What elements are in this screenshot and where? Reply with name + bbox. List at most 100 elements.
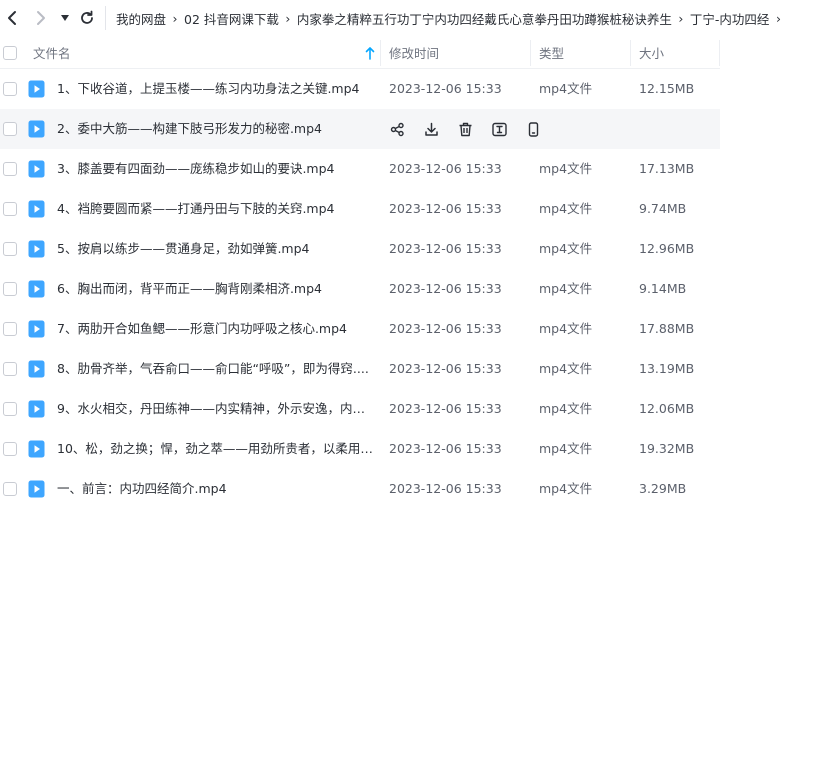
column-header-size[interactable]: 大小 <box>639 37 664 68</box>
column-header-name[interactable]: 文件名 <box>33 37 71 68</box>
back-button[interactable] <box>2 8 22 28</box>
send-to-phone-button[interactable] <box>524 120 542 138</box>
navigation-bar: 我的网盘 › 02 抖音网课下载 › 内家拳之精粹五行功丁宁内功四经戴氏心意拳丹… <box>0 0 836 37</box>
history-dropdown-button[interactable] <box>58 8 72 28</box>
file-name[interactable]: 4、裆胯要圆而紧——打通丹田与下肢的关窍.mp4 <box>57 189 373 229</box>
rename-icon <box>491 122 507 137</box>
breadcrumb-item[interactable]: 我的网盘 <box>116 9 166 28</box>
file-type: mp4文件 <box>539 401 593 416</box>
file-name[interactable]: 9、水火相交，丹田练神——内实精神，外示安逸，内家... <box>57 389 373 429</box>
rename-button[interactable] <box>490 120 508 138</box>
file-name[interactable]: 7、两肋开合如鱼鳃——形意门内功呼吸之核心.mp4 <box>57 309 373 349</box>
file-modified-time: 2023-12-06 15:33 <box>389 281 502 296</box>
column-divider <box>630 40 631 66</box>
row-checkbox[interactable] <box>3 482 17 496</box>
column-header-type[interactable]: 类型 <box>539 37 564 68</box>
file-name[interactable]: 2、委中大筋——构建下肢弓形发力的秘密.mp4 <box>57 109 373 149</box>
column-divider <box>719 40 720 66</box>
file-name[interactable]: 5、按肩以练步——贯通身足，劲如弹簧.mp4 <box>57 229 373 269</box>
breadcrumb-item[interactable]: 02 抖音网课下载 <box>184 9 279 28</box>
file-modified-time: 2023-12-06 15:33 <box>389 441 502 456</box>
download-button[interactable] <box>422 120 440 138</box>
file-row[interactable]: 10、松，劲之换；悍，劲之萃——用劲所贵者，以柔用刚... 2023-12-06 … <box>0 429 720 469</box>
file-row[interactable]: 5、按肩以练步——贯通身足，劲如弹簧.mp4 2023-12-06 15:33 mp… <box>0 229 720 269</box>
file-size: 17.88MB <box>639 321 695 336</box>
row-checkbox[interactable] <box>3 162 17 176</box>
video-file-icon <box>28 400 45 418</box>
row-checkbox[interactable] <box>3 442 17 456</box>
column-header-modified[interactable]: 修改时间 <box>389 37 439 68</box>
file-row[interactable]: 8、肋骨齐举，气吞俞口——俞口能“呼吸”，即为得窍.... 2023-12-06 … <box>0 349 720 389</box>
download-icon <box>424 122 439 137</box>
file-modified-time: 2023-12-06 15:33 <box>389 321 502 336</box>
nav-divider <box>105 6 106 30</box>
file-size: 9.74MB <box>639 201 687 216</box>
file-row[interactable]: 4、裆胯要圆而紧——打通丹田与下肢的关窍.mp4 2023-12-06 15:33… <box>0 189 720 229</box>
share-icon <box>390 122 405 137</box>
video-file-icon <box>28 440 45 458</box>
refresh-button[interactable] <box>77 8 97 28</box>
breadcrumb: 我的网盘 › 02 抖音网课下载 › 内家拳之精粹五行功丁宁内功四经戴氏心意拳丹… <box>116 0 787 37</box>
video-file-icon <box>28 280 45 298</box>
row-checkbox[interactable] <box>3 282 17 296</box>
video-file-icon <box>28 120 45 138</box>
file-size: 12.96MB <box>639 241 695 256</box>
row-checkbox[interactable] <box>3 82 17 96</box>
file-name[interactable]: 3、膝盖要有四面劲——庞练稳步如山的要诀.mp4 <box>57 149 373 189</box>
file-type: mp4文件 <box>539 441 593 456</box>
file-type: mp4文件 <box>539 81 593 96</box>
file-row[interactable]: 3、膝盖要有四面劲——庞练稳步如山的要诀.mp4 2023-12-06 15:33… <box>0 149 720 189</box>
file-modified-time: 2023-12-06 15:33 <box>389 241 502 256</box>
file-modified-time: 2023-12-06 15:33 <box>389 401 502 416</box>
file-row[interactable]: 1、下收谷道，上提玉楼——练习内功身法之关键.mp4 2023-12-06 15:… <box>0 69 720 109</box>
file-row[interactable]: 7、两肋开合如鱼鳃——形意门内功呼吸之核心.mp4 2023-12-06 15:3… <box>0 309 720 349</box>
file-modified-time: 2023-12-06 15:33 <box>389 81 502 96</box>
video-file-icon <box>28 320 45 338</box>
breadcrumb-separator-icon: › <box>285 11 291 26</box>
video-file-icon <box>28 160 45 178</box>
file-row[interactable]: 2、委中大筋——构建下肢弓形发力的秘密.mp4 <box>0 109 720 149</box>
file-modified-time: 2023-12-06 15:33 <box>389 161 502 176</box>
file-name[interactable]: 一、前言：内功四经简介.mp4 <box>57 469 373 509</box>
file-modified-time: 2023-12-06 15:33 <box>389 361 502 376</box>
video-file-icon <box>28 200 45 218</box>
row-actions <box>388 120 558 138</box>
row-checkbox[interactable] <box>3 242 17 256</box>
caret-down-icon <box>61 15 69 21</box>
sort-ascending-icon[interactable] <box>364 45 376 61</box>
file-row[interactable]: 6、胸出而闭，背平而正——胸背刚柔相济.mp4 2023-12-06 15:33 m… <box>0 269 720 309</box>
row-checkbox[interactable] <box>3 202 17 216</box>
file-size: 19.32MB <box>639 441 695 456</box>
file-name[interactable]: 6、胸出而闭，背平而正——胸背刚柔相济.mp4 <box>57 269 373 309</box>
breadcrumb-separator-icon: › <box>775 11 781 26</box>
file-size: 13.19MB <box>639 361 695 376</box>
file-name[interactable]: 8、肋骨齐举，气吞俞口——俞口能“呼吸”，即为得窍.... <box>57 349 373 389</box>
row-checkbox[interactable] <box>3 322 17 336</box>
file-type: mp4文件 <box>539 201 593 216</box>
breadcrumb-item[interactable]: 内家拳之精粹五行功丁宁内功四经戴氏心意拳丹田功蹲猴桩秘诀养生 <box>297 9 672 28</box>
row-checkbox[interactable] <box>3 122 17 136</box>
file-size: 12.06MB <box>639 401 695 416</box>
file-name[interactable]: 1、下收谷道，上提玉楼——练习内功身法之关键.mp4 <box>57 69 373 109</box>
column-divider <box>530 40 531 66</box>
video-file-icon <box>28 360 45 378</box>
file-row[interactable]: 一、前言：内功四经简介.mp4 2023-12-06 15:33 mp4文件 3.29… <box>0 469 720 509</box>
delete-button[interactable] <box>456 120 474 138</box>
row-checkbox[interactable] <box>3 402 17 416</box>
delete-icon <box>458 122 473 137</box>
forward-button[interactable] <box>31 8 51 28</box>
file-row[interactable]: 9、水火相交，丹田练神——内实精神，外示安逸，内家... 2023-12-06 1… <box>0 389 720 429</box>
breadcrumb-separator-icon: › <box>172 11 178 26</box>
file-name[interactable]: 10、松，劲之换；悍，劲之萃——用劲所贵者，以柔用刚... <box>57 429 373 469</box>
select-all-checkbox[interactable] <box>3 46 17 60</box>
file-size: 17.13MB <box>639 161 695 176</box>
share-button[interactable] <box>388 120 406 138</box>
file-modified-time: 2023-12-06 15:33 <box>389 201 502 216</box>
breadcrumb-item-current[interactable]: 丁宁-内功四经 <box>690 9 770 28</box>
breadcrumb-separator-icon: › <box>678 11 684 26</box>
file-list: 1、下收谷道，上提玉楼——练习内功身法之关键.mp4 2023-12-06 15:… <box>0 69 720 509</box>
row-checkbox[interactable] <box>3 362 17 376</box>
file-type: mp4文件 <box>539 241 593 256</box>
chevron-left-icon <box>8 11 16 25</box>
file-size: 3.29MB <box>639 481 687 496</box>
